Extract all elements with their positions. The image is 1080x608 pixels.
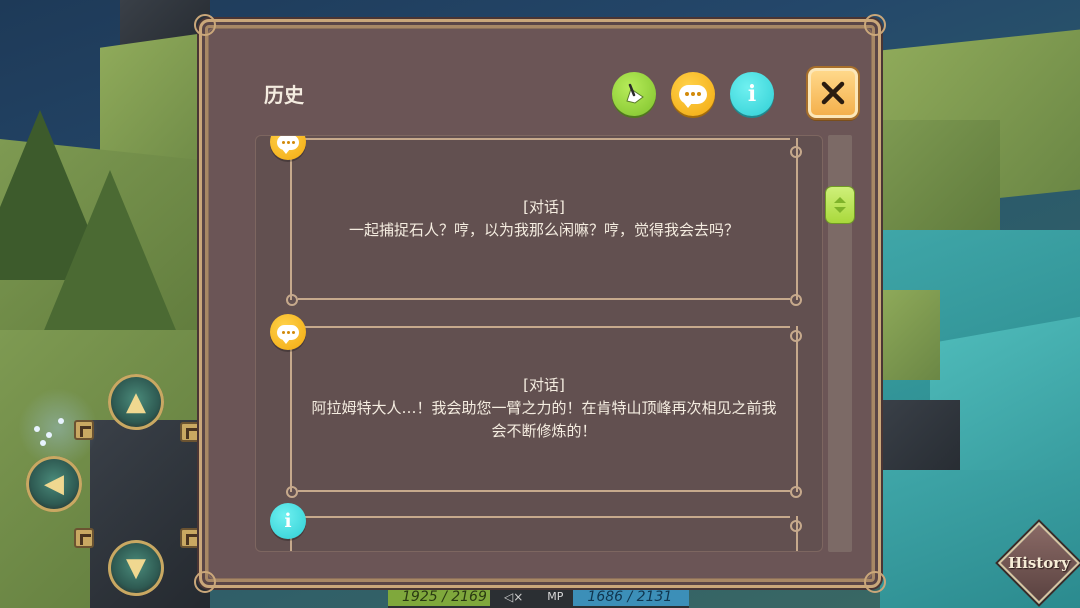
dialog-title: 历史 xyxy=(264,83,304,107)
arrow-left-icon: ◀ xyxy=(44,469,64,499)
filter-chat-button[interactable] xyxy=(671,72,715,116)
mute-icon[interactable]: ◁× xyxy=(490,590,537,604)
close-button[interactable] xyxy=(808,68,858,118)
entry-text: 会不断修炼的！ xyxy=(491,422,597,440)
corner-ornament xyxy=(864,571,886,593)
hp-bar: 1925 / 2169 xyxy=(388,588,490,606)
scroll-up-icon xyxy=(834,197,846,203)
scroll-down-icon xyxy=(834,207,846,213)
entry-text: 阿拉姆特大人…！我会助您一臂之力的！在肯特山顶峰再次相见之前我 xyxy=(311,399,777,417)
history-button[interactable]: History xyxy=(997,521,1080,605)
corner-up-right-icon[interactable] xyxy=(180,422,200,442)
filter-quest-button[interactable] xyxy=(612,72,656,116)
corner-down-right-icon[interactable] xyxy=(180,528,200,548)
chat-bubble-icon xyxy=(277,324,299,344)
mp-bar: 1686 / 2131 xyxy=(573,588,690,606)
history-label: History xyxy=(1008,554,1070,572)
corner-down-left-icon[interactable] xyxy=(74,528,94,548)
dpad-up-button[interactable]: ▲ xyxy=(108,374,164,430)
entry-type-badge xyxy=(270,314,306,350)
scroll-thumb[interactable] xyxy=(826,187,854,223)
info-icon: i xyxy=(747,81,757,107)
chat-bubble-icon xyxy=(277,136,299,154)
mp-value: 1686 / 2131 xyxy=(587,589,673,605)
filter-info-button[interactable]: i xyxy=(730,72,774,116)
info-icon: i xyxy=(284,509,292,532)
dpad-left-button[interactable]: ◀ xyxy=(26,456,82,512)
arrow-up-icon: ▲ xyxy=(126,387,146,417)
hp-value: 1925 / 2169 xyxy=(402,589,487,605)
list-item xyxy=(290,516,802,551)
entry-tag: [对话] xyxy=(523,376,565,394)
scrollbar[interactable] xyxy=(826,135,854,552)
quill-icon xyxy=(626,83,644,104)
history-list[interactable]: [对话] 一起捕捉石人？哼，以为我那么闲嘛？哼，觉得我会去吗？ [对话] 阿拉姆… xyxy=(255,135,823,552)
entry-text: 一起捕捉石人？哼，以为我那么闲嘛？哼，觉得我会去吗？ xyxy=(348,221,739,239)
entry-tag: [对话] xyxy=(523,198,565,216)
list-item: [对话] 阿拉姆特大人…！我会助您一臂之力的！在肯特山顶峰再次相见之前我 会不断… xyxy=(286,326,802,498)
entry-type-badge: i xyxy=(270,503,306,539)
arrow-down-icon: ▼ xyxy=(126,553,146,583)
mp-label: MP xyxy=(547,590,564,603)
status-bar: 1925 / 2169 ◁× MP 1686 / 2131 xyxy=(388,586,690,608)
close-icon xyxy=(821,81,845,105)
corner-ornament xyxy=(864,14,886,36)
corner-ornament xyxy=(194,14,216,36)
corner-up-left-icon[interactable] xyxy=(74,420,94,440)
chat-bubble-icon xyxy=(679,84,707,108)
corner-ornament xyxy=(194,571,216,593)
history-dialog: 历史 i [对话] 一起捕捉石人？哼，以为我那么闲嘛？哼，觉得我会去吗？ [对话… xyxy=(194,14,886,593)
list-item: [对话] 一起捕捉石人？哼，以为我那么闲嘛？哼，觉得我会去吗？ xyxy=(286,138,802,306)
dpad-down-button[interactable]: ▼ xyxy=(108,540,164,596)
